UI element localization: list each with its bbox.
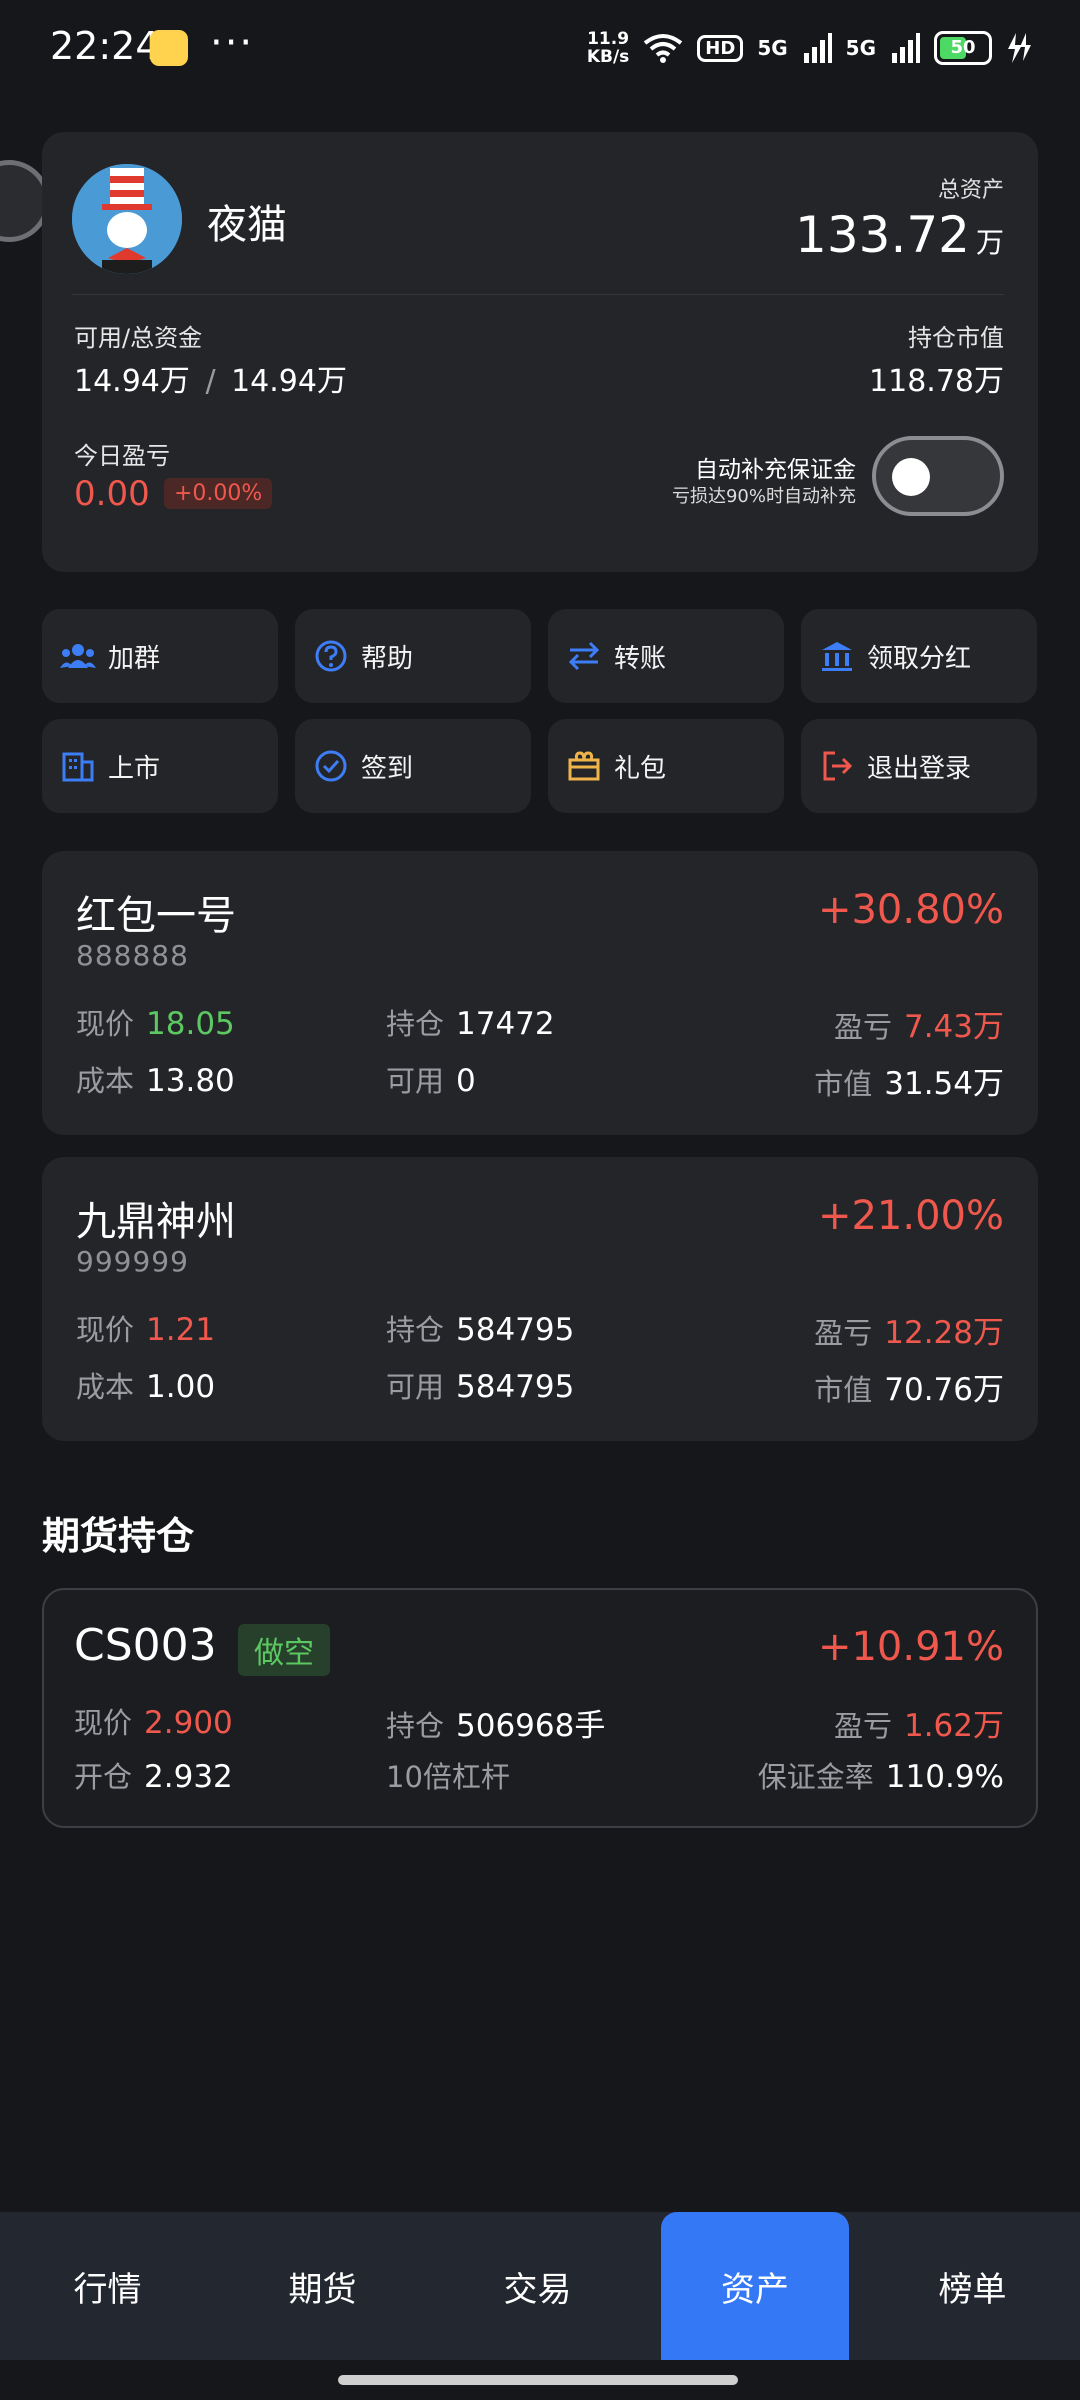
profit-field: 盈亏 1.62万 <box>833 1708 1004 1744</box>
bottom-navigation: 行情 期货 交易 资产 榜单 <box>0 2212 1080 2360</box>
action-listing-button[interactable]: 上市 <box>42 719 278 813</box>
position-field: 持仓 17472 <box>386 1006 555 1042</box>
futures-position-card[interactable]: CS003 做空 +10.91% 现价 2.900 持仓 506968手 盈亏 1.6… <box>42 1588 1038 1828</box>
available-field: 可用 584795 <box>386 1369 575 1405</box>
group-icon <box>58 636 98 676</box>
funds-value: 14.94万 / 14.94万 <box>74 364 347 399</box>
cost-field: 成本 1.00 <box>76 1369 216 1405</box>
direction-badge: 做空 <box>238 1624 330 1676</box>
stock-change-pct: +30.80% <box>817 887 1004 933</box>
funds-label: 可用/总资金 <box>74 324 203 352</box>
total-assets-label: 总资产 <box>937 178 1004 203</box>
stock-position-card[interactable]: 红包一号 888888 +30.80% 现价 18.05 持仓 17472 盈亏 7.… <box>42 851 1038 1135</box>
price-field: 现价 1.21 <box>76 1312 216 1348</box>
nav-futures[interactable]: 期货 <box>215 2212 430 2360</box>
today-pl-pct-badge: +0.00% <box>164 478 273 509</box>
stock-code: 999999 <box>76 1245 189 1278</box>
position-field: 持仓 506968手 <box>386 1708 606 1744</box>
avatar-image <box>72 164 182 274</box>
auto-margin-description: 亏损达90%时自动补充 <box>671 486 856 507</box>
help-icon <box>311 636 351 676</box>
app-notification-icon <box>150 30 188 66</box>
signal-5g-label: 5G <box>757 36 788 60</box>
market-value-field: 市值 70.76万 <box>814 1372 1004 1408</box>
futures-name: CS003 <box>74 1620 217 1671</box>
action-logout-button[interactable]: 退出登录 <box>801 719 1037 813</box>
action-transfer-button[interactable]: 转账 <box>548 609 784 703</box>
building-icon <box>58 746 98 786</box>
total-assets-value: 133.72 万 <box>795 206 1004 264</box>
nav-assets[interactable]: 资产 <box>661 2212 849 2360</box>
leverage-field: 10倍杠杆 <box>386 1760 510 1794</box>
status-time: 22:24 <box>50 24 160 68</box>
cost-field: 成本 13.80 <box>76 1063 235 1099</box>
holding-value: 118.78万 <box>869 364 1004 399</box>
today-pl-value: 0.00 <box>74 474 150 514</box>
nav-trade[interactable]: 交易 <box>430 2212 645 2360</box>
auto-margin-toggle[interactable] <box>872 436 1004 516</box>
stock-code: 888888 <box>76 939 189 972</box>
stock-position-card[interactable]: 九鼎神州 999999 +21.00% 现价 1.21 持仓 584795 盈亏 12… <box>42 1157 1038 1441</box>
transfer-icon <box>564 636 604 676</box>
price-field: 现价 18.05 <box>76 1006 235 1042</box>
bank-icon <box>817 636 857 676</box>
futures-section-title: 期货持仓 <box>42 1514 195 1558</box>
stock-name: 红包一号 <box>76 893 236 939</box>
signal-icon <box>803 33 832 63</box>
divider <box>72 294 1004 295</box>
action-checkin-button[interactable]: 签到 <box>295 719 531 813</box>
margin-ratio-field: 保证金率 110.9% <box>757 1759 1004 1795</box>
battery-icon: 50 <box>934 31 992 65</box>
action-claim-dividend-button[interactable]: 领取分红 <box>801 609 1037 703</box>
username: 夜猫 <box>207 202 287 248</box>
holding-value-label: 持仓市值 <box>908 324 1004 352</box>
auto-margin-label: 自动补充保证金 <box>695 457 856 483</box>
nav-market[interactable]: 行情 <box>0 2212 215 2360</box>
account-summary-card: 夜猫 总资产 133.72 万 可用/总资金 14.94万 / 14.94万 持仓… <box>42 132 1038 572</box>
profit-field: 盈亏 7.43万 <box>833 1009 1004 1045</box>
action-help-button[interactable]: 帮助 <box>295 609 531 703</box>
status-icons: 11.9 KB/s HD 5G 5G 50 <box>587 30 1032 66</box>
hd-icon: HD <box>697 34 744 62</box>
action-join-group-button[interactable]: 加群 <box>42 609 278 703</box>
action-gift-pack-button[interactable]: 礼包 <box>548 719 784 813</box>
charging-icon <box>1008 33 1031 63</box>
today-pl-label: 今日盈亏 <box>74 442 170 470</box>
available-field: 可用 0 <box>386 1063 476 1099</box>
nav-leaderboard[interactable]: 榜单 <box>865 2212 1080 2360</box>
futures-change-pct: +10.91% <box>817 1624 1004 1670</box>
profit-field: 盈亏 12.28万 <box>814 1315 1004 1351</box>
signal-icon-2 <box>892 33 920 63</box>
open-price-field: 开仓 2.932 <box>74 1759 233 1795</box>
more-notifications-icon: ··· <box>210 20 255 66</box>
position-field: 持仓 584795 <box>386 1312 575 1348</box>
network-speed: 11.9 KB/s <box>586 29 630 67</box>
toggle-knob <box>892 458 930 496</box>
logout-icon <box>817 746 857 786</box>
check-circle-icon <box>311 746 351 786</box>
avatar[interactable] <box>72 164 182 274</box>
price-field: 现价 2.900 <box>74 1705 233 1741</box>
gift-icon <box>564 746 604 786</box>
market-value-field: 市值 31.54万 <box>814 1066 1004 1102</box>
wifi-icon <box>644 34 683 63</box>
stock-change-pct: +21.00% <box>817 1193 1004 1239</box>
home-indicator[interactable] <box>338 2375 738 2385</box>
signal-5g-label-2: 5G <box>845 36 876 60</box>
stock-name: 九鼎神州 <box>76 1199 236 1245</box>
